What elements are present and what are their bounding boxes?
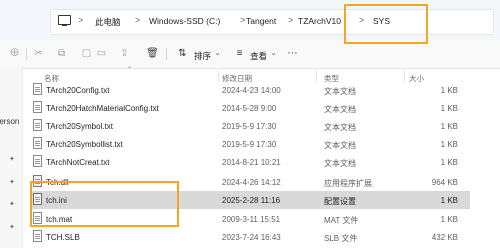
new-icon[interactable]: ⊕: [8, 46, 21, 59]
breadcrumb-separator-icon[interactable]: >: [78, 15, 83, 25]
share-icon[interactable]: ⇪: [118, 47, 131, 60]
file-name: TCH.SLB: [46, 233, 80, 242]
file-name: TArch20Symbollist.txt: [46, 140, 123, 149]
sort-icon[interactable]: ⇅: [176, 47, 189, 60]
text-file-icon: [33, 119, 42, 131]
pin-icon: ✦: [9, 179, 15, 186]
file-row[interactable]: TArchNotCreat.txt 2014-8-21 10:21 文本文档 1…: [30, 153, 470, 171]
file-date: 2025-2-28 11:16: [222, 196, 281, 205]
file-size: 1 KB: [440, 196, 458, 205]
sort-button[interactable]: 排序: [194, 50, 211, 62]
file-date: 2024-4-26 14:12: [222, 178, 281, 187]
nav-item-personal[interactable]: Person: [0, 117, 19, 126]
more-options-icon[interactable]: ⋯: [286, 47, 299, 60]
file-size: 432 KB: [431, 233, 458, 242]
breadcrumb-separator-icon[interactable]: >: [288, 15, 293, 25]
breadcrumb-separator-icon[interactable]: >: [240, 15, 245, 25]
generic-file-icon: [33, 230, 42, 242]
file-date: 2024-4-23 14:00: [222, 86, 281, 95]
file-type: 配置设置: [324, 197, 356, 206]
text-file-icon: [33, 101, 42, 113]
text-file-icon: [33, 83, 42, 95]
command-toolbar: ⊕ ✂ ⧉ ▢ ▭ ⇪ 🗑 ⇅ 排序 ⌄ ≡ 查看 ⌄ ⋯: [0, 40, 500, 69]
divider: [26, 48, 27, 60]
pin-icon: ✦: [9, 224, 15, 231]
file-name: TArchNotCreat.txt: [46, 158, 110, 167]
view-button[interactable]: 查看: [250, 50, 267, 62]
file-size: 1 KB: [440, 140, 458, 149]
paste-icon[interactable]: ▢: [80, 47, 93, 60]
divider: [166, 48, 167, 60]
copy-icon[interactable]: ⧉: [55, 47, 68, 60]
file-size: 1 KB: [440, 158, 458, 167]
file-type: 应用程序扩展: [324, 179, 372, 188]
file-type: 文本文档: [324, 159, 356, 168]
file-date: 2014-5-28 9:00: [222, 104, 277, 113]
navigation-pane: Person ✦ ✦ ✦ ✦: [0, 68, 23, 248]
file-row[interactable]: TArch20Config.txt 2024-4-23 14:00 文本文档 1…: [30, 81, 470, 99]
file-date: 2014-8-21 10:21: [222, 158, 281, 167]
file-name: TArch20Config.txt: [46, 86, 110, 95]
text-file-icon: [33, 137, 42, 149]
breadcrumb-tangent[interactable]: Tangent: [246, 16, 276, 26]
computer-icon[interactable]: [58, 15, 71, 26]
file-date: 2019-5-9 17:30: [222, 140, 277, 149]
delete-icon[interactable]: 🗑: [146, 47, 159, 60]
breadcrumb-drive[interactable]: Windows-SSD (C:): [149, 16, 220, 26]
file-date: 2023-7-24 16:43: [222, 233, 281, 242]
file-type: 文本文档: [324, 123, 356, 132]
file-size: 1 KB: [440, 122, 458, 131]
file-row[interactable]: TArch20Symbollist.txt 2019-5-9 17:30 文本文…: [30, 135, 470, 153]
file-size: 1 KB: [440, 86, 458, 95]
breadcrumb-separator-icon[interactable]: >: [135, 15, 140, 25]
file-type: 文本文档: [324, 87, 356, 96]
pin-icon: ✦: [9, 201, 15, 208]
file-type: MAT 文件: [324, 216, 359, 225]
annotation-highlight-tch-ini: [30, 181, 179, 227]
pin-icon: ✦: [9, 156, 15, 163]
breadcrumb-this-pc[interactable]: 此电脑: [95, 16, 121, 28]
file-type: 文本文档: [324, 105, 356, 114]
file-row[interactable]: TCH.SLB 2023-7-24 16:43 SLB 文件 432 KB: [30, 228, 470, 246]
file-size: 1 KB: [440, 104, 458, 113]
breadcrumb-tzarchv10[interactable]: TZArchV10: [298, 16, 341, 26]
chevron-down-icon[interactable]: ⌄: [267, 47, 280, 60]
chevron-down-icon[interactable]: ⌄: [211, 47, 224, 60]
file-name: TArch20HatchMaterialConfig.txt: [46, 104, 159, 113]
file-row[interactable]: TArch20HatchMaterialConfig.txt 2014-5-28…: [30, 99, 470, 117]
file-name: TArch20Symbol.txt: [46, 122, 113, 131]
sort-indicator-icon: ⌃: [127, 67, 133, 73]
file-type: 文本文档: [324, 141, 356, 150]
rename-icon[interactable]: ▭: [95, 47, 108, 60]
file-date: 2019-5-9 17:30: [222, 122, 277, 131]
file-size: 1 KB: [440, 215, 458, 224]
annotation-highlight-sys: [344, 4, 428, 44]
text-file-icon: [33, 155, 42, 167]
file-date: 2009-3-11 15:51: [222, 215, 281, 224]
file-size: 964 KB: [431, 178, 458, 187]
file-type: SLB 文件: [324, 234, 358, 243]
file-row[interactable]: TArch20Symbol.txt 2019-5-9 17:30 文本文档 1 …: [30, 117, 470, 135]
view-icon[interactable]: ≡: [233, 47, 246, 60]
cut-icon[interactable]: ✂: [32, 47, 45, 60]
